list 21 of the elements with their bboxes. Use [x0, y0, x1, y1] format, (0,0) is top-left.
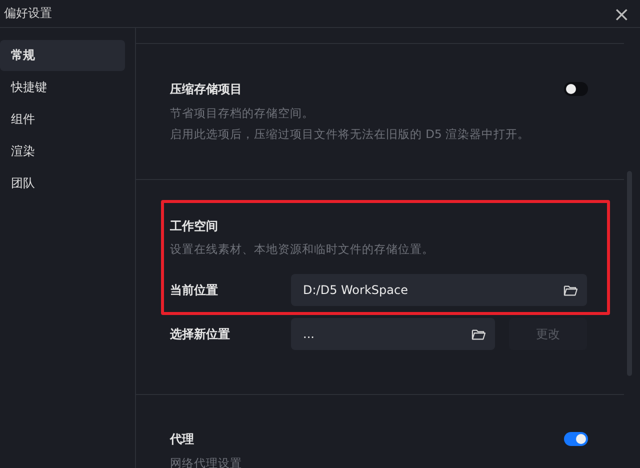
path-field[interactable]: D:/D5 WorkSpace: [291, 274, 587, 306]
close-button[interactable]: ×: [609, 4, 634, 22]
section-title: 工作空间: [170, 218, 219, 235]
section-description: 设置在线素材、本地资源和临时文件的存储位置。: [170, 241, 435, 258]
toggle-switch[interactable]: [564, 432, 588, 446]
sidebar-item[interactable]: 团队: [0, 168, 125, 199]
sidebar-item[interactable]: 组件: [0, 104, 125, 135]
section-description: 启用此选项后，压缩过项目文件将无法在旧版的 D5 渲染器中打开。: [170, 126, 530, 143]
field-label: 当前位置: [170, 282, 219, 298]
folder-icon[interactable]: [471, 328, 486, 340]
path-field[interactable]: ...: [291, 318, 495, 350]
toggle-switch[interactable]: [564, 82, 588, 96]
folder-icon[interactable]: [563, 284, 578, 296]
section-title: 代理: [170, 430, 194, 448]
window-title: 偏好设置: [4, 5, 52, 22]
section-title: 压缩存储项目: [170, 80, 242, 98]
section-description: 节省项目存档的存储空间。: [170, 105, 315, 122]
sidebar-item[interactable]: 快捷键: [0, 72, 125, 103]
sidebar-item[interactable]: 常规: [0, 40, 125, 71]
field-label: 选择新位置: [170, 326, 231, 342]
sidebar-item[interactable]: 渲染: [0, 136, 125, 167]
